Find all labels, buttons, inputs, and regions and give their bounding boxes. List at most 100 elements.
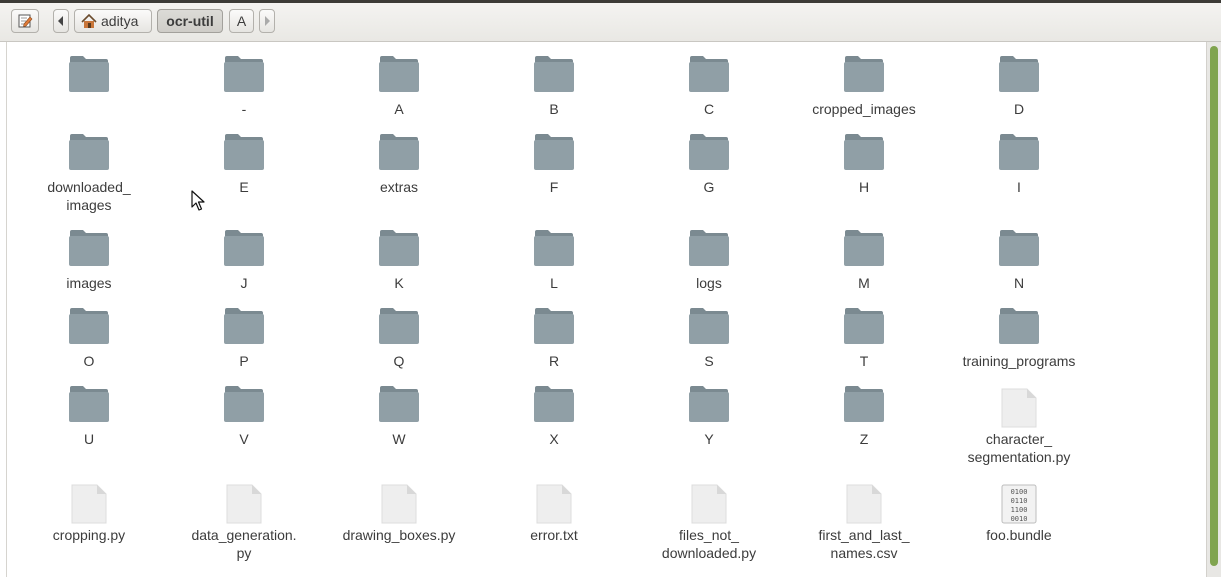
item-label: G [703,179,715,195]
edit-location-button[interactable] [11,9,39,33]
mouse-pointer-icon [191,190,205,211]
item-label: J [240,275,248,291]
folder-icon [379,230,419,266]
folder-icon [69,56,109,92]
binary-file-icon: 0100011011000010 [1001,484,1037,524]
item-label: downloaded_ images [47,179,131,213]
item-label: images [66,275,112,291]
item-label: training_programs [962,353,1076,369]
svg-text:0100: 0100 [1011,488,1028,496]
folder-icon [224,308,264,344]
content-border [6,42,7,577]
item-label: H [858,179,870,195]
item-label: cropping.py [52,527,126,543]
text-file-icon [846,484,882,524]
breadcrumb-label: ocr-util [166,13,214,29]
item-label: drawing_boxes.py [342,527,456,543]
folder-icon [69,230,109,266]
item-label: X [549,431,559,447]
item-label: extras [379,179,419,195]
folder-icon [844,134,884,170]
breadcrumb-ocr-util[interactable]: ocr-util [157,9,223,33]
svg-text:1100: 1100 [1011,506,1028,514]
item-label: F [549,179,559,195]
folder-icon [534,134,574,170]
item-label: U [83,431,95,447]
folder-icon [69,134,109,170]
toolbar: aditya ocr-util A [0,3,1221,42]
right-arrow-icon [265,16,270,26]
folder-icon [224,56,264,92]
item-label: L [550,275,558,291]
folder-icon [844,386,884,422]
item-label: B [549,101,559,117]
folder-icon [534,386,574,422]
folder-icon [534,308,574,344]
item-label: D [1013,101,1025,117]
breadcrumb-label: A [236,13,247,29]
folder-icon [689,230,729,266]
item-label: data_generation. py [191,527,297,561]
item-label: K [394,275,404,291]
folder-icon [689,56,729,92]
folder-icon [689,134,729,170]
breadcrumb-a[interactable]: A [229,9,254,33]
folder-icon [224,134,264,170]
scrollbar-thumb[interactable] [1210,46,1218,566]
folder-icon [999,56,1039,92]
folder-icon [379,56,419,92]
svg-text:0010: 0010 [1011,515,1028,523]
item-label: C [703,101,715,117]
breadcrumb-home[interactable]: aditya [74,9,152,33]
item-label: character_ segmentation.py [967,431,1071,465]
left-arrow-icon [58,16,63,26]
svg-text:0110: 0110 [1011,497,1028,505]
file-view[interactable]: - A B Ccropped_images Ddownloaded_ images Eex… [0,42,1221,577]
forward-button[interactable] [259,9,275,33]
edit-pencil-icon [18,14,33,28]
text-file-icon [71,484,107,524]
vertical-scrollbar[interactable] [1206,42,1221,577]
folder-icon [224,386,264,422]
folder-icon [689,308,729,344]
item-label: P [239,353,249,369]
folder-icon [69,308,109,344]
folder-icon [379,308,419,344]
item-label: V [239,431,249,447]
folder-icon [224,230,264,266]
back-button[interactable] [53,9,69,33]
item-label: foo.bundle [986,527,1052,543]
folder-icon [69,386,109,422]
item-label: T [859,353,869,369]
item-label: Y [704,431,714,447]
folder-icon [999,308,1039,344]
text-file-icon [1001,388,1037,428]
item-label: logs [696,275,722,291]
item-label: I [1017,179,1021,195]
item-label: cropped_images [812,101,916,117]
folder-icon [999,134,1039,170]
item-label: M [858,275,870,291]
folder-icon [844,308,884,344]
folder-icon [844,230,884,266]
folder-icon [999,230,1039,266]
folder-icon [379,134,419,170]
folder-icon [534,230,574,266]
item-label: R [548,353,560,369]
item-label: O [83,353,95,369]
text-file-icon [226,484,262,524]
folder-icon [379,386,419,422]
item-label: A [394,101,404,117]
folder-icon [689,386,729,422]
item-label: error.txt [530,527,578,543]
item-label: - [241,101,247,117]
breadcrumb-label: aditya [101,13,139,29]
item-label: first_and_last_ names.csv [818,527,910,561]
item-label: files_not_ downloaded.py [661,527,757,561]
item-label: S [704,353,714,369]
item-label: W [392,431,406,447]
home-icon [81,13,97,28]
item-label: Z [859,431,869,447]
text-file-icon [381,484,417,524]
item-label: Q [393,353,405,369]
